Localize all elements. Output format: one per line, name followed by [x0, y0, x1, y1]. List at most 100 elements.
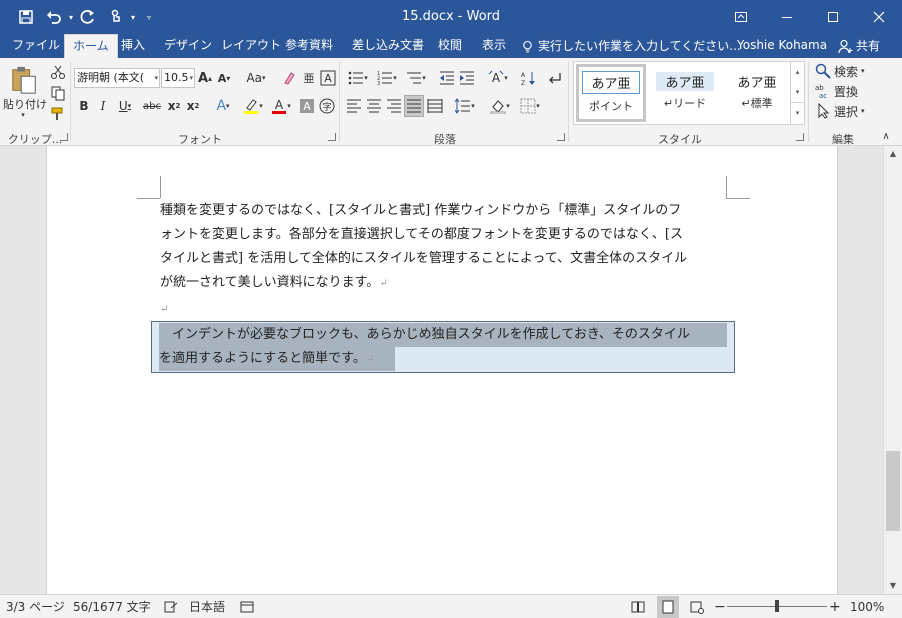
justify-icon[interactable]: [404, 95, 424, 117]
redo-icon[interactable]: [76, 5, 100, 29]
save-icon[interactable]: [14, 5, 38, 29]
underline-icon[interactable]: U ▾: [114, 96, 136, 116]
font-size-combo[interactable]: 10.5 ▾: [161, 68, 195, 88]
superscript-icon[interactable]: x2: [185, 96, 201, 116]
tell-me-box[interactable]: 実行したい作業を入力してください...: [521, 34, 741, 58]
shading-icon[interactable]: ▾: [486, 96, 514, 116]
align-left-icon[interactable]: [345, 96, 363, 116]
scrollbar-thumb[interactable]: [886, 451, 900, 531]
vertical-scrollbar[interactable]: ▲ ▼: [883, 146, 902, 594]
paragraph-launcher-icon[interactable]: [557, 133, 565, 141]
page-number-status[interactable]: 3/3 ページ: [6, 595, 65, 618]
close-icon[interactable]: [856, 0, 902, 34]
touch-dropdown-icon[interactable]: ▾: [128, 13, 138, 22]
font-color-icon[interactable]: A ▾: [268, 96, 294, 116]
enclose-characters-icon[interactable]: A: [319, 68, 337, 88]
style-item-normal[interactable]: あア亜 ↵標準: [722, 64, 792, 122]
replace-button[interactable]: ab ac 置換: [815, 82, 873, 100]
multilevel-list-icon[interactable]: ▾: [403, 68, 429, 88]
text-line-content: が統一されて美しい資料になります。: [160, 275, 380, 290]
style-item-point[interactable]: あア亜 ポイント: [576, 64, 646, 122]
clear-formatting-icon[interactable]: [280, 68, 298, 88]
tab-references[interactable]: 参考資料: [277, 34, 341, 58]
empty-paragraph[interactable]: ↵: [160, 298, 726, 322]
language-status[interactable]: 日本語: [189, 595, 225, 618]
proofing-icon[interactable]: [164, 595, 178, 618]
phonetic-guide-icon[interactable]: 亜: [300, 68, 318, 88]
tab-mailings[interactable]: 差し込み文書: [344, 34, 432, 58]
tab-view[interactable]: 表示: [474, 34, 514, 58]
highlight-icon[interactable]: ▾: [240, 96, 266, 116]
ribbon-display-options-icon[interactable]: [718, 0, 764, 34]
paragraph-body[interactable]: 種類を変更するのではなく、[スタイルと書式] 作業ウィンドウから「標準」スタイル…: [160, 199, 726, 295]
character-shading-icon[interactable]: A: [298, 96, 316, 116]
collapse-ribbon-icon[interactable]: ∧: [878, 128, 894, 144]
tab-design[interactable]: デザイン: [156, 34, 220, 58]
paste-icon[interactable]: [6, 64, 42, 96]
find-button[interactable]: 検索 ▾: [815, 62, 873, 80]
maximize-icon[interactable]: [810, 0, 856, 34]
enclosed-character-icon[interactable]: 字: [318, 96, 336, 116]
indented-block-selected[interactable]: インデントが必要なブロックも、あらかじめ独自スタイルを作成しておき、そのスタイル…: [151, 321, 735, 373]
line-spacing-icon[interactable]: ▾: [452, 96, 478, 116]
align-center-icon[interactable]: [365, 96, 383, 116]
increase-indent-icon[interactable]: [458, 68, 476, 88]
tab-review[interactable]: 校閲: [430, 34, 470, 58]
gallery-more-icon[interactable]: ▾: [791, 102, 804, 122]
document-page[interactable]: 種類を変更するのではなく、[スタイルと書式] 作業ウィンドウから「標準」スタイル…: [46, 146, 838, 594]
svg-text:A: A: [324, 72, 332, 85]
tab-insert[interactable]: 挿入: [113, 34, 153, 58]
cut-icon[interactable]: [49, 63, 67, 81]
print-layout-icon[interactable]: [657, 596, 679, 618]
text-effects-icon[interactable]: A ▾: [210, 96, 236, 116]
change-case-button[interactable]: Aa ▾: [243, 68, 269, 88]
touch-mode-icon[interactable]: [104, 5, 128, 29]
shrink-font-icon[interactable]: A ▾: [216, 68, 232, 88]
zoom-in-button[interactable]: +: [829, 595, 841, 618]
macro-record-icon[interactable]: [240, 595, 254, 618]
text-line: タイルと書式] を活用して全体的にスタイルを管理することによって、文書全体のスタ…: [160, 251, 688, 266]
web-layout-icon[interactable]: [690, 595, 704, 618]
scroll-down-icon[interactable]: ▼: [884, 578, 902, 594]
decrease-indent-icon[interactable]: [438, 68, 456, 88]
bold-icon[interactable]: B: [76, 96, 92, 116]
user-name[interactable]: Yoshie Kohama: [737, 34, 827, 58]
minimize-icon[interactable]: [764, 0, 810, 34]
tab-file[interactable]: ファイル: [4, 34, 68, 58]
format-painter-icon[interactable]: [49, 105, 67, 123]
align-right-icon[interactable]: [385, 96, 403, 116]
undo-dropdown-icon[interactable]: ▾: [66, 13, 76, 22]
undo-icon[interactable]: [42, 5, 66, 29]
font-launcher-icon[interactable]: [328, 133, 336, 141]
show-formatting-marks-icon[interactable]: [546, 68, 564, 88]
paste-dropdown-icon[interactable]: ▾: [16, 110, 30, 120]
gallery-down-icon[interactable]: ▾: [791, 82, 804, 102]
zoom-slider-thumb[interactable]: [775, 600, 779, 612]
style-item-lead[interactable]: あア亜 ↵リード: [650, 64, 720, 122]
subscript-icon[interactable]: x2: [166, 96, 182, 116]
word-count-status[interactable]: 56/1677 文字: [73, 595, 151, 618]
borders-icon[interactable]: ▾: [516, 96, 544, 116]
sort-icon[interactable]: AZ: [519, 68, 537, 88]
font-name-combo[interactable]: 游明朝 (本文(▾: [74, 68, 160, 88]
zoom-level[interactable]: 100%: [850, 595, 884, 618]
read-mode-icon[interactable]: [631, 595, 645, 618]
bullets-icon[interactable]: ▾: [345, 68, 371, 88]
share-button[interactable]: 共有: [838, 34, 880, 58]
strikethrough-icon[interactable]: abc: [140, 96, 164, 116]
asian-layout-icon[interactable]: A ▾: [484, 68, 512, 88]
font-size-dropdown-icon: ▾: [189, 74, 193, 82]
gallery-up-icon[interactable]: ▴: [791, 62, 804, 82]
distributed-icon[interactable]: [426, 96, 444, 116]
zoom-out-button[interactable]: −: [714, 595, 726, 618]
clipboard-launcher-icon[interactable]: [60, 133, 68, 141]
customize-qat-icon[interactable]: ▿: [144, 13, 154, 22]
scroll-up-icon[interactable]: ▲: [884, 146, 902, 162]
italic-icon[interactable]: I: [95, 96, 111, 116]
select-button[interactable]: 選択 ▾: [815, 102, 873, 120]
copy-icon[interactable]: [49, 84, 67, 102]
tab-home[interactable]: ホーム: [64, 34, 118, 59]
grow-font-icon[interactable]: A ▴: [197, 68, 213, 88]
numbering-icon[interactable]: 1 2 3 ▾: [374, 68, 400, 88]
styles-launcher-icon[interactable]: [796, 133, 804, 141]
